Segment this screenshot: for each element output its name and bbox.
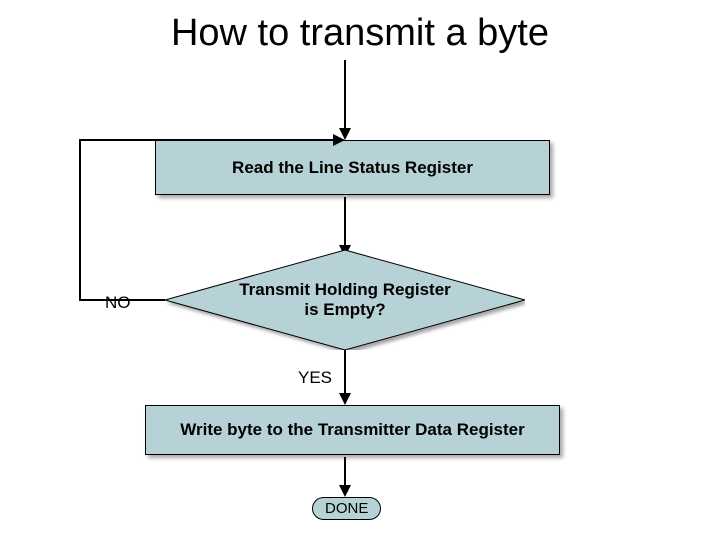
arrow-read-to-decision [335, 197, 355, 257]
diagram-stage: How to transmit a byte Read the Line Sta… [0, 0, 720, 540]
arrow-into-read [335, 60, 355, 140]
decision-text: Transmit Holding Register is Empty? [239, 280, 451, 321]
arrow-write-to-done [335, 457, 355, 497]
arrow-no-loop [70, 128, 270, 328]
arrow-decision-to-write [335, 350, 355, 405]
step-write-byte-text: Write byte to the Transmitter Data Regis… [180, 420, 525, 440]
terminator-done: DONE [312, 497, 381, 520]
terminator-done-text: DONE [325, 500, 368, 517]
page-title: How to transmit a byte [0, 12, 720, 55]
label-yes: YES [298, 368, 332, 388]
step-write-byte: Write byte to the Transmitter Data Regis… [145, 405, 560, 455]
